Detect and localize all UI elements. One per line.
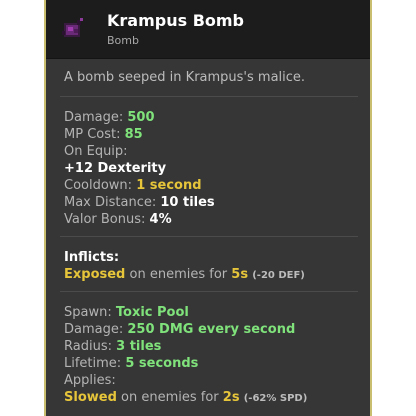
stat-on-equip-value: +12 Dexterity: [64, 160, 215, 177]
stat-label: On Equip:: [64, 144, 128, 159]
item-description: A bomb seeped in Krampus's malice.: [64, 70, 306, 85]
effect-name: Exposed: [64, 267, 126, 282]
stat-damage: Damage: 500: [64, 109, 215, 126]
stat-cooldown: Cooldown: 1 second: [64, 177, 215, 194]
effect-duration: 5s: [231, 267, 249, 282]
inflicts-heading: Inflicts:: [64, 249, 305, 266]
spawn-damage: Damage: 250 DMG every second: [64, 321, 307, 338]
stat-value: 10 tiles: [160, 195, 215, 210]
effect-text: on enemies for: [121, 390, 219, 405]
inflicts-section: Inflicts: Exposed on enemies for 5s (-20…: [64, 249, 305, 284]
divider: [60, 291, 358, 292]
spawn-radius: Radius: 3 tiles: [64, 338, 307, 355]
stat-value: 250 DMG every second: [127, 322, 296, 337]
stat-label: Spawn:: [64, 305, 112, 320]
stat-value: 4%: [149, 212, 172, 227]
stat-label: Damage:: [64, 322, 124, 337]
stat-value: +12 Dexterity: [64, 161, 167, 176]
spawn-section: Spawn: Toxic Pool Damage: 250 DMG every …: [64, 304, 307, 407]
divider: [60, 236, 358, 237]
purple-bomb-icon: [62, 18, 83, 37]
stat-label: Valor Bonus:: [64, 212, 146, 227]
effect-name: Slowed: [64, 390, 117, 405]
inflicts-label: Inflicts:: [64, 250, 120, 265]
item-tooltip: Krampus Bomb Bomb A bomb seeped in Kramp…: [44, 0, 372, 416]
stat-max-distance: Max Distance: 10 tiles: [64, 194, 215, 211]
effect-duration: 2s: [222, 390, 240, 405]
item-name: Krampus Bomb: [107, 11, 245, 30]
tooltip-header: Krampus Bomb Bomb: [46, 0, 370, 59]
effect-detail: (-62% SPD): [243, 393, 308, 404]
stat-label: Applies:: [64, 373, 116, 388]
stat-label: MP Cost:: [64, 127, 121, 142]
stat-mp-cost: MP Cost: 85: [64, 126, 215, 143]
spawn-applies-line: Slowed on enemies for 2s (-62% SPD): [64, 389, 307, 407]
effect-detail: (-20 DEF): [252, 270, 305, 281]
stat-label: Cooldown:: [64, 178, 133, 193]
stat-on-equip: On Equip:: [64, 143, 215, 160]
item-type: Bomb: [107, 34, 139, 47]
stat-value: 5 seconds: [125, 356, 199, 371]
stats-list: Damage: 500 MP Cost: 85 On Equip: +12 De…: [64, 109, 215, 228]
stat-label: Radius:: [64, 339, 112, 354]
spawn-applies: Applies:: [64, 372, 307, 389]
stat-value: Toxic Pool: [115, 305, 189, 320]
stat-value: 85: [124, 127, 143, 142]
spawn-line: Spawn: Toxic Pool: [64, 304, 307, 321]
divider: [60, 96, 358, 97]
stat-value: 500: [127, 110, 155, 125]
stat-label: Lifetime:: [64, 356, 122, 371]
spawn-lifetime: Lifetime: 5 seconds: [64, 355, 307, 372]
inflicts-line: Exposed on enemies for 5s (-20 DEF): [64, 266, 305, 284]
stat-valor-bonus: Valor Bonus: 4%: [64, 211, 215, 228]
stat-value: 1 second: [136, 178, 202, 193]
stat-label: Max Distance:: [64, 195, 157, 210]
stat-label: Damage:: [64, 110, 124, 125]
effect-text: on enemies for: [129, 267, 228, 282]
stat-value: 3 tiles: [116, 339, 162, 354]
